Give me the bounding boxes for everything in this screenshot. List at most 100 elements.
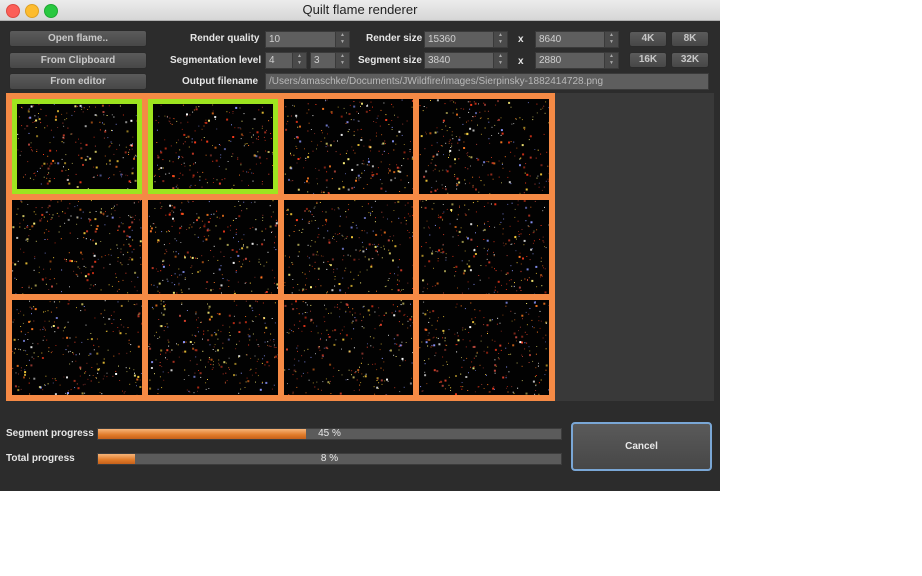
flame-speck [43,216,45,218]
segmentation-x-stepper[interactable]: ▲ ▼ [293,52,307,69]
flame-speck [220,292,222,294]
flame-speck [333,209,335,211]
preset-4k-button[interactable]: 4K [629,31,667,47]
flame-speck [339,153,341,155]
flame-speck [344,173,346,175]
flame-speck [228,315,231,318]
flame-speck [450,390,452,392]
flame-speck [360,320,362,322]
render-width-input[interactable]: 15360 [424,31,494,48]
flame-speck [194,233,196,235]
render-width-stepper[interactable]: ▲ ▼ [494,31,508,48]
flame-speck [288,266,290,268]
flame-speck [325,179,328,182]
flame-speck [386,218,388,220]
flame-speck [201,171,203,173]
flame-speck [238,322,241,325]
segmentation-y-input[interactable]: 3 [310,52,336,69]
flame-speck [301,218,303,220]
render-quality-input[interactable]: 10 [265,31,336,48]
preset-8k-button[interactable]: 8K [671,31,709,47]
flame-speck [66,179,68,181]
output-filename-input[interactable]: /Users/amaschke/Documents/JWildfire/imag… [265,73,709,90]
flame-speck [33,173,35,174]
flame-speck [498,358,500,360]
flame-speck [494,359,496,361]
segmentation-y-stepper[interactable]: ▲ ▼ [336,52,350,69]
flame-speck [500,134,502,136]
flame-speck [270,117,272,119]
from-editor-button[interactable]: From editor [9,73,147,90]
flame-speck [32,122,34,123]
render-quality-stepper[interactable]: ▲ ▼ [336,31,350,48]
flame-speck [137,276,139,278]
flame-speck [470,222,473,225]
cancel-button[interactable]: Cancel [571,422,712,471]
flame-speck [355,224,357,226]
flame-speck [80,157,83,160]
render-height-input[interactable]: 8640 [535,31,605,48]
flame-speck [368,243,371,246]
flame-speck [427,283,429,285]
flame-speck [308,270,310,272]
flame-speck [472,176,474,178]
flame-speck [271,318,273,320]
flame-speck [43,268,45,270]
segment-height-stepper[interactable]: ▲ ▼ [605,52,619,69]
flame-speck [225,168,227,170]
flame-speck [336,304,338,306]
flame-speck [75,173,77,175]
flame-speck [29,378,30,380]
flame-speck [252,128,254,130]
open-flame-button[interactable]: Open flame.. [9,30,147,47]
preset-16k-button[interactable]: 16K [629,52,667,68]
flame-speck [467,152,469,154]
preset-32k-button[interactable]: 32K [671,52,709,68]
flame-speck [356,129,358,131]
render-height-stepper[interactable]: ▲ ▼ [605,31,619,48]
flame-speck [443,233,445,235]
flame-speck [400,222,402,224]
flame-speck [332,376,334,378]
segment-width-stepper[interactable]: ▲ ▼ [494,52,508,69]
flame-speck [295,347,297,349]
flame-speck [302,167,304,169]
flame-speck [392,355,394,357]
flame-speck [270,292,272,294]
flame-speck [455,344,457,346]
segment-width-input[interactable]: 3840 [424,52,494,69]
flame-speck [533,231,535,233]
flame-speck [23,176,24,178]
flame-speck [235,305,237,307]
flame-speck [469,182,471,184]
flame-speck [356,164,358,166]
flame-speck [127,188,129,189]
flame-speck [194,372,196,374]
flame-speck [313,267,315,269]
flame-speck [89,220,91,222]
flame-speck [175,250,177,252]
flame-speck [477,245,479,247]
flame-speck [119,144,120,146]
flame-speck [269,225,272,228]
flame-speck [443,121,445,123]
flame-speck [126,130,129,133]
flame-speck [296,345,298,347]
flame-speck [16,365,19,368]
flame-speck [515,249,517,251]
flame-speck [328,336,331,339]
flame-speck [52,378,54,380]
flame-speck [371,243,373,245]
segmentation-x-input[interactable]: 4 [265,52,293,69]
flame-speck [450,387,452,389]
flame-speck [358,367,360,369]
flame-speck [337,187,340,190]
flame-speck [358,101,360,103]
flame-speck [299,157,301,159]
flame-speck [53,136,55,138]
flame-speck [542,239,544,241]
flame-speck [473,255,476,258]
segment-height-input[interactable]: 2880 [535,52,605,69]
flame-speck [364,375,367,378]
from-clipboard-button[interactable]: From Clipboard [9,52,147,69]
